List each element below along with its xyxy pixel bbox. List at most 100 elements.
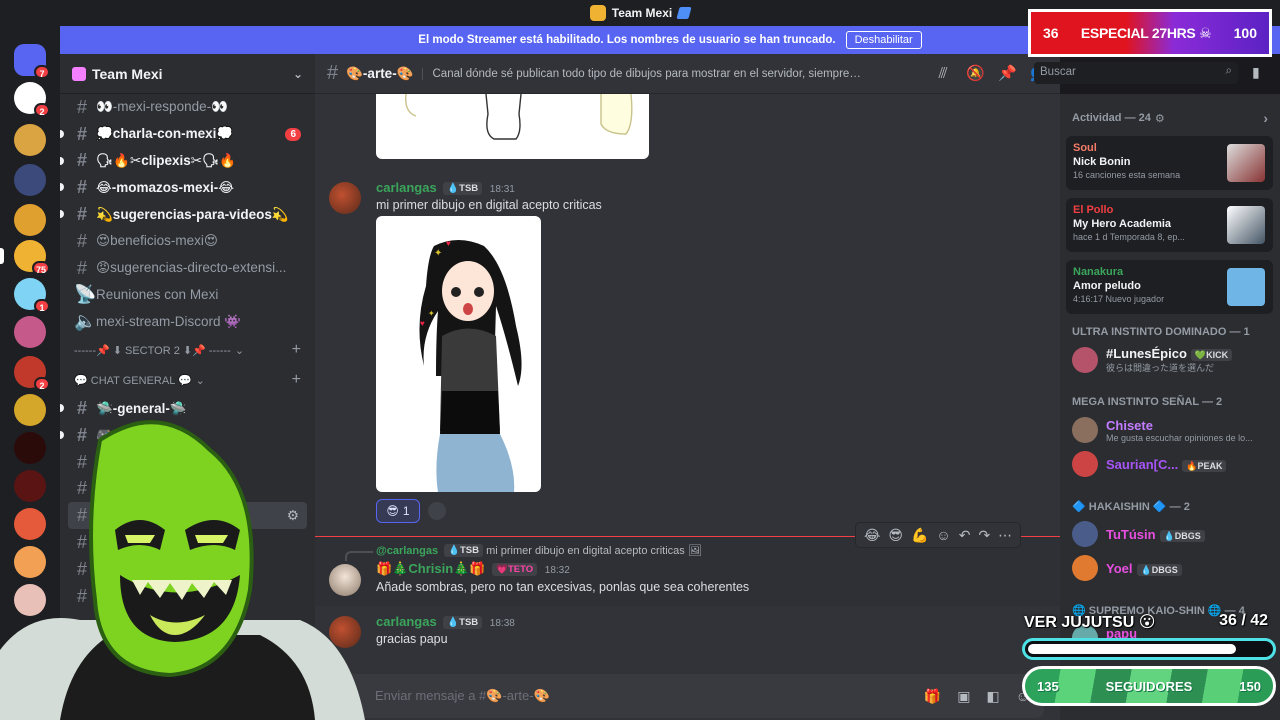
notification-badge: 2: [34, 103, 50, 117]
hash-icon: #: [327, 62, 339, 84]
reaction-count: 1: [402, 504, 410, 518]
channel-item[interactable]: # 💭charla-con-mexi💭 6: [60, 121, 315, 148]
channel-topic[interactable]: Canal dónde sé publican todo tipo de dib…: [421, 67, 862, 80]
activity-card[interactable]: Soul Nick Bonin 16 canciones esta semana: [1066, 136, 1273, 190]
goal-progress-fill: [1028, 644, 1237, 654]
timer-left-value: 36: [1043, 25, 1059, 41]
composer-placeholder: Enviar mensaje a #🎨-arte-🎨: [375, 688, 550, 703]
role-tag: 💧DBGS: [1159, 529, 1205, 542]
channel-item[interactable]: # 😡sugerencias-directo-extensi...: [60, 255, 315, 282]
server-icon[interactable]: [14, 316, 46, 348]
disable-streamer-button[interactable]: Deshabilitar: [845, 31, 922, 49]
channel-item[interactable]: # 🗣🔥✂clipexis✂🗣🔥: [60, 148, 315, 175]
activity-thumbnail: [1227, 206, 1265, 244]
message-composer[interactable]: Enviar mensaje a #🎨-arte-🎨 🎁 ▣ ◧ ☺: [331, 674, 1044, 718]
server-header[interactable]: Team Mexi ⌄: [60, 54, 315, 94]
forward-icon[interactable]: ↷: [978, 527, 990, 544]
message-text: Añade sombras, pero no tan excesivas, po…: [376, 580, 750, 594]
message-reply: @carlangas 💧TSB mi primer dibujo en digi…: [315, 544, 1045, 596]
more-icon[interactable]: ⋯: [998, 527, 1012, 544]
avatar[interactable]: [329, 182, 361, 214]
mute-bell-icon[interactable]: 🔕: [966, 65, 985, 83]
gift-icon[interactable]: 🎁: [924, 688, 941, 705]
sticker-icon[interactable]: ◧: [986, 688, 999, 705]
hash-icon: #: [76, 96, 87, 117]
member-name: #LunesÉpico: [1106, 346, 1187, 361]
chevron-down-icon[interactable]: ⌄: [293, 67, 303, 81]
pin-icon[interactable]: 📌: [998, 65, 1017, 83]
timer-right-value: 100: [1233, 25, 1257, 41]
member-item[interactable]: #LunesÉpico 💚KICK 彼らは間違った道を選んだ: [1072, 344, 1272, 376]
inbox-icon[interactable]: ▮: [1252, 64, 1260, 81]
avatar: [1072, 417, 1098, 443]
goal-total: / 42: [1241, 612, 1268, 629]
chevron-right-icon[interactable]: ›: [1263, 110, 1268, 126]
channel-item[interactable]: # 😍beneficios-mexi😍: [60, 228, 315, 255]
message-author[interactable]: carlangas: [376, 614, 437, 629]
activity-header[interactable]: Actividad — 24 ⚙ ›: [1060, 110, 1280, 126]
member-item[interactable]: Saurian[C... 🔥PEAK: [1072, 448, 1272, 480]
member-item[interactable]: Yoel 💧DBGS: [1072, 552, 1272, 584]
server-home-icon: [72, 66, 86, 81]
gear-icon[interactable]: ⚙: [1155, 112, 1165, 125]
role-tag: 💗TETO: [492, 563, 538, 576]
react-cool-icon[interactable]: 😎: [888, 527, 903, 544]
message-author[interactable]: 🎁🎄Chrisin🎄🎁: [376, 561, 486, 576]
server-icon[interactable]: [14, 204, 46, 236]
activity-thumbnail: [1227, 268, 1265, 306]
server-icon: [589, 5, 606, 21]
reply-preview[interactable]: @carlangas 💧TSB mi primer dibujo en digi…: [376, 544, 1045, 557]
svg-text:✦: ✦: [434, 248, 442, 259]
direct-messages-icon[interactable]: 7: [14, 44, 50, 79]
mention-badge: 6: [285, 127, 301, 141]
previous-drawing-image[interactable]: [376, 94, 649, 159]
timer-label: ESPECIAL 27HRS ☠: [1080, 24, 1212, 41]
reaction-cool[interactable]: 😎 1: [376, 499, 420, 523]
gif-icon[interactable]: ▣: [957, 688, 970, 705]
category-sector-2[interactable]: ------📌 ⬇ SECTOR 2 ⬇📌 ------ ⌄ +: [60, 335, 315, 365]
member-name: Saurian[C...: [1106, 456, 1179, 472]
hash-icon: #: [76, 230, 87, 251]
activity-card[interactable]: El Pollo My Hero Academia hace 1 d Tempora…: [1066, 198, 1273, 252]
activity-card[interactable]: Nanakura Amor peludo 4:16:17 Nuevo jugador: [1066, 260, 1273, 314]
channel-item[interactable]: # 💫sugerencias-para-videos💫: [60, 201, 315, 228]
server-icon[interactable]: 2: [14, 356, 50, 391]
member-item[interactable]: Chisete Me gusta escuchar opiniones de lo…: [1072, 414, 1272, 446]
channel-item[interactable]: # 😂-momazos-mexi-😂: [60, 174, 315, 201]
notification-badge: 7: [34, 65, 50, 79]
speaker-icon: 🔈: [74, 311, 97, 332]
avatar: [1072, 347, 1098, 373]
server-icon[interactable]: 2: [14, 82, 50, 117]
channel-label: 😍beneficios-mexi😍: [96, 233, 218, 249]
reaction-emoji: 😎: [386, 504, 399, 518]
add-reaction-icon[interactable]: [428, 502, 446, 520]
member-group-header: 🔷 HAKAISHIN 🔷 — 2: [1072, 501, 1190, 513]
channel-item[interactable]: 🔈 mexi-stream-Discord 👾: [60, 308, 315, 335]
add-channel-icon[interactable]: +: [292, 371, 301, 389]
hash-icon: #: [76, 123, 87, 144]
role-tag: 💧DBGS: [1136, 563, 1182, 576]
message-text: gracias papu: [376, 632, 448, 646]
reply-author: @carlangas: [376, 545, 439, 557]
add-reaction-icon[interactable]: ☺: [936, 527, 950, 543]
server-icon[interactable]: [14, 124, 46, 156]
message-author[interactable]: carlangas: [376, 180, 437, 195]
server-icon[interactable]: 1: [14, 278, 50, 313]
member-item[interactable]: TuTúsin 💧DBGS: [1072, 518, 1272, 550]
react-muscle-icon[interactable]: 💪: [911, 527, 928, 544]
drawing-attachment-image[interactable]: ✦ ♥ ♥ ✦: [376, 216, 541, 492]
category-chat-general[interactable]: 💬 CHAT GENERAL 💬 ⌄ +: [60, 365, 315, 395]
channel-item[interactable]: # 👀-mexi-responde-👀: [60, 94, 315, 121]
channel-item[interactable]: 📡 Reuniones con Mexi: [60, 282, 315, 309]
followers-label: SEGUIDORES: [1105, 678, 1193, 694]
server-icon[interactable]: [14, 164, 46, 196]
threads-icon[interactable]: ⫻: [934, 65, 952, 83]
server-icon[interactable]: 75: [0, 240, 50, 275]
avatar: [1072, 521, 1098, 547]
search-input[interactable]: Buscar ⌕: [1034, 62, 1238, 84]
reply-text: mi primer dibujo en digital acepto criti…: [486, 545, 685, 557]
reply-icon[interactable]: ↶: [959, 527, 971, 544]
member-group-header: ULTRA INSTINTO DOMINADO — 1: [1072, 326, 1250, 338]
react-joy-icon[interactable]: 😂: [864, 527, 880, 544]
add-channel-icon[interactable]: +: [292, 341, 301, 359]
